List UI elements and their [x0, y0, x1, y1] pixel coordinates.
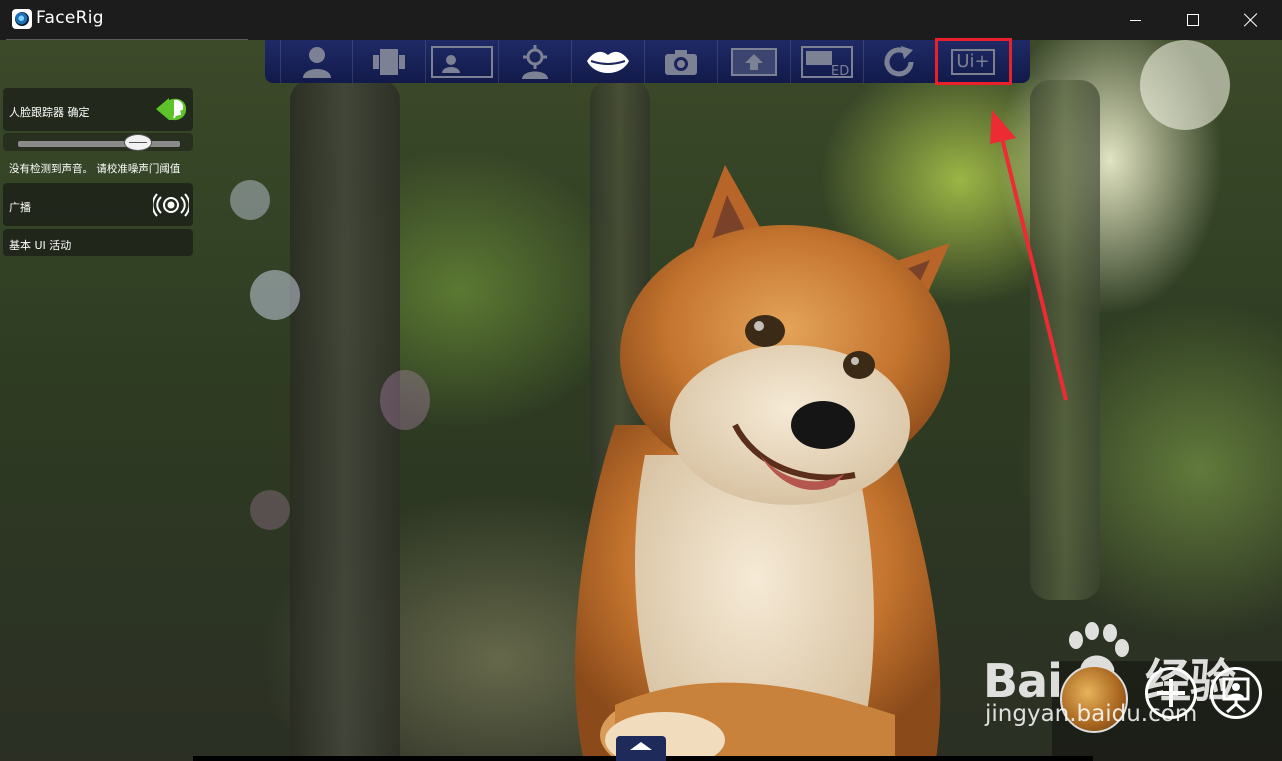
minimize-button[interactable]	[1106, 0, 1164, 40]
toolbar-lips-button[interactable]	[572, 40, 645, 83]
bokeh-light	[1140, 40, 1230, 130]
lips-slider-knob[interactable]	[124, 134, 152, 151]
broadcast-signal-icon[interactable]	[153, 192, 189, 218]
toolbar-avatar-button[interactable]	[280, 40, 353, 83]
broadcast-row: 广播	[3, 183, 193, 226]
background-tree	[290, 80, 400, 761]
minimize-icon	[1129, 19, 1141, 21]
window-title: FaceRig	[36, 8, 104, 28]
toolbar-calibrate-button[interactable]	[499, 40, 572, 83]
maximize-icon	[1187, 14, 1199, 26]
broadcast-ed-icon: ED	[801, 45, 853, 78]
ui-plus-icon: Ui+	[951, 48, 995, 75]
audio-warning-text: 没有检测到声音。 请校准噪声门阈值	[9, 163, 181, 175]
basic-ui-row[interactable]: 基本 UI 活动	[3, 229, 193, 256]
bokeh-light	[230, 180, 270, 220]
close-button[interactable]	[1222, 0, 1280, 40]
baidu-watermark: Bai 经验 jingyan.baidu.com	[983, 645, 1236, 727]
noise-gate-slider[interactable]	[3, 133, 193, 151]
webcam-preview-icon	[431, 45, 493, 78]
bokeh-light	[250, 490, 290, 530]
audio-warning-row: 没有检测到声音。 请校准噪声门阈值	[3, 155, 193, 179]
lips-audio-icon	[587, 51, 629, 73]
maximize-button[interactable]	[1164, 0, 1222, 40]
scene-background-icon	[373, 48, 405, 75]
toolbar-broadcast-button[interactable]: ED	[791, 40, 864, 83]
watermark-brand: Bai	[983, 654, 1063, 708]
camera-snapshot-icon	[665, 49, 697, 75]
avatar-person-icon	[302, 46, 331, 78]
close-icon	[1244, 13, 1258, 27]
main-toolbar: ED Ui+	[265, 38, 1030, 85]
calibrate-icon	[522, 44, 548, 79]
face-tracker-row: 人脸跟踪器 确定	[3, 88, 193, 131]
camera-tripod-icon	[1222, 677, 1250, 714]
broadcast-ed-label: ED	[831, 64, 849, 78]
add-avatar-button[interactable]	[1145, 667, 1197, 719]
basic-ui-label: 基本 UI 活动	[9, 239, 72, 252]
toolbar-snapshot-button[interactable]	[645, 40, 718, 83]
toolbar-background-button[interactable]	[353, 40, 426, 83]
record-video-icon	[731, 47, 777, 76]
toolbar-ui-plus-button[interactable]: Ui+	[935, 38, 1012, 85]
webcam-view-button[interactable]	[1210, 667, 1262, 719]
face-tracker-label: 人脸跟踪器 确定	[9, 106, 90, 119]
reset-refresh-icon	[884, 45, 914, 76]
title-bar: FaceRig	[0, 0, 1282, 40]
bokeh-light	[380, 370, 430, 430]
toolbar-webcam-button[interactable]	[426, 40, 499, 83]
annotation-arrow	[990, 110, 1068, 401]
toolbar-record-button[interactable]	[718, 40, 791, 83]
expand-bottom-panel-button[interactable]	[616, 736, 666, 761]
slider-track	[18, 141, 180, 147]
broadcast-label: 广播	[9, 201, 31, 214]
face-tracker-toggle[interactable]	[155, 96, 189, 122]
bokeh-light	[250, 270, 300, 320]
shiba-dog-avatar	[575, 165, 950, 761]
toolbar-reset-button[interactable]	[864, 40, 937, 83]
plus-icon	[1157, 679, 1185, 707]
facerig-app-icon	[12, 9, 32, 29]
